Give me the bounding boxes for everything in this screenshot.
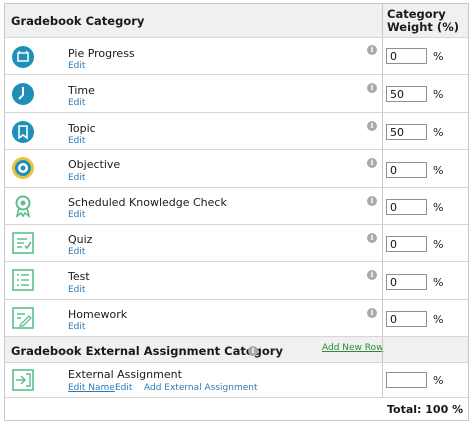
quiz-checklist-icon <box>12 232 34 254</box>
info-icon[interactable]: i <box>367 45 377 55</box>
info-icon[interactable]: i <box>367 233 377 243</box>
bookmark-icon <box>12 121 34 143</box>
edit-name-link[interactable]: Edit Name <box>68 383 115 393</box>
weight-input[interactable] <box>386 274 427 290</box>
edit-link[interactable]: Edit <box>68 322 85 332</box>
info-icon[interactable]: i <box>248 346 258 356</box>
percent-sign: % <box>433 276 444 289</box>
info-icon[interactable]: i <box>367 83 377 93</box>
percent-sign: % <box>433 50 444 63</box>
target-icon <box>12 157 34 179</box>
category-row: Pie Progress Edit i % <box>5 38 468 75</box>
edit-link[interactable]: Edit <box>68 98 85 108</box>
weight-input[interactable] <box>386 199 427 215</box>
info-icon[interactable]: i <box>367 270 377 280</box>
category-name: Time <box>68 84 95 97</box>
percent-sign: % <box>433 164 444 177</box>
add-new-row-link[interactable]: Add New Row <box>322 343 384 353</box>
edit-link[interactable]: Edit <box>68 210 85 220</box>
external-category-title: Gradebook External Assignment Category <box>11 344 283 358</box>
external-assignment-row: External Assignment Edit Name Edit Add E… <box>5 363 468 398</box>
weight-input[interactable] <box>386 162 427 178</box>
category-row: Test Edit i % <box>5 262 468 300</box>
info-icon[interactable]: i <box>367 158 377 168</box>
edit-link[interactable]: Edit <box>115 383 132 393</box>
external-category-header-row: Gradebook External Assignment Category i… <box>5 337 468 363</box>
category-name: Scheduled Knowledge Check <box>68 196 227 209</box>
percent-sign: % <box>433 88 444 101</box>
category-header-title: Gradebook Category <box>11 14 145 28</box>
category-name: Pie Progress <box>68 47 135 60</box>
edit-link[interactable]: Edit <box>68 247 85 257</box>
weight-input[interactable] <box>386 311 427 327</box>
test-list-icon <box>12 269 34 291</box>
weight-input[interactable] <box>386 372 427 388</box>
add-external-assignment-link[interactable]: Add External Assignment <box>144 383 257 393</box>
category-name: Objective <box>68 158 121 171</box>
weight-header: Category Weight (%) <box>387 7 459 34</box>
pie-progress-icon <box>12 46 34 68</box>
category-row: Time Edit i % <box>5 75 468 113</box>
external-assignment-icon <box>12 369 34 391</box>
edit-link[interactable]: Edit <box>68 173 85 183</box>
percent-sign: % <box>433 374 444 387</box>
award-ribbon-icon <box>15 195 31 218</box>
category-row: Topic Edit i % <box>5 113 468 150</box>
category-row: Scheduled Knowledge Check Edit i % <box>5 188 468 225</box>
info-icon[interactable]: i <box>367 121 377 131</box>
category-name: Quiz <box>68 233 93 246</box>
percent-sign: % <box>433 126 444 139</box>
category-header-row: Gradebook Category Category Weight (%) <box>5 4 468 38</box>
percent-sign: % <box>433 201 444 214</box>
edit-link[interactable]: Edit <box>68 285 85 295</box>
edit-link[interactable]: Edit <box>68 61 85 71</box>
weight-input[interactable] <box>386 48 427 64</box>
weight-input[interactable] <box>386 86 427 102</box>
homework-pencil-icon <box>12 307 34 329</box>
info-icon[interactable]: i <box>367 196 377 206</box>
total-weight: Total: 100 % <box>387 403 464 416</box>
weight-input[interactable] <box>386 124 427 140</box>
category-name: Test <box>68 270 90 283</box>
gradebook-panel: Gradebook Category Category Weight (%) P… <box>4 3 469 421</box>
clock-icon <box>12 83 34 105</box>
info-icon[interactable]: i <box>367 308 377 318</box>
category-row: Quiz Edit i % <box>5 225 468 262</box>
edit-link[interactable]: Edit <box>68 136 85 146</box>
external-assignment-name: External Assignment <box>68 368 182 381</box>
category-name: Topic <box>68 122 96 135</box>
percent-sign: % <box>433 313 444 326</box>
category-name: Homework <box>68 308 128 321</box>
percent-sign: % <box>433 238 444 251</box>
category-row: Objective Edit i % <box>5 150 468 188</box>
weight-input[interactable] <box>386 236 427 252</box>
category-row: Homework Edit i % <box>5 300 468 337</box>
